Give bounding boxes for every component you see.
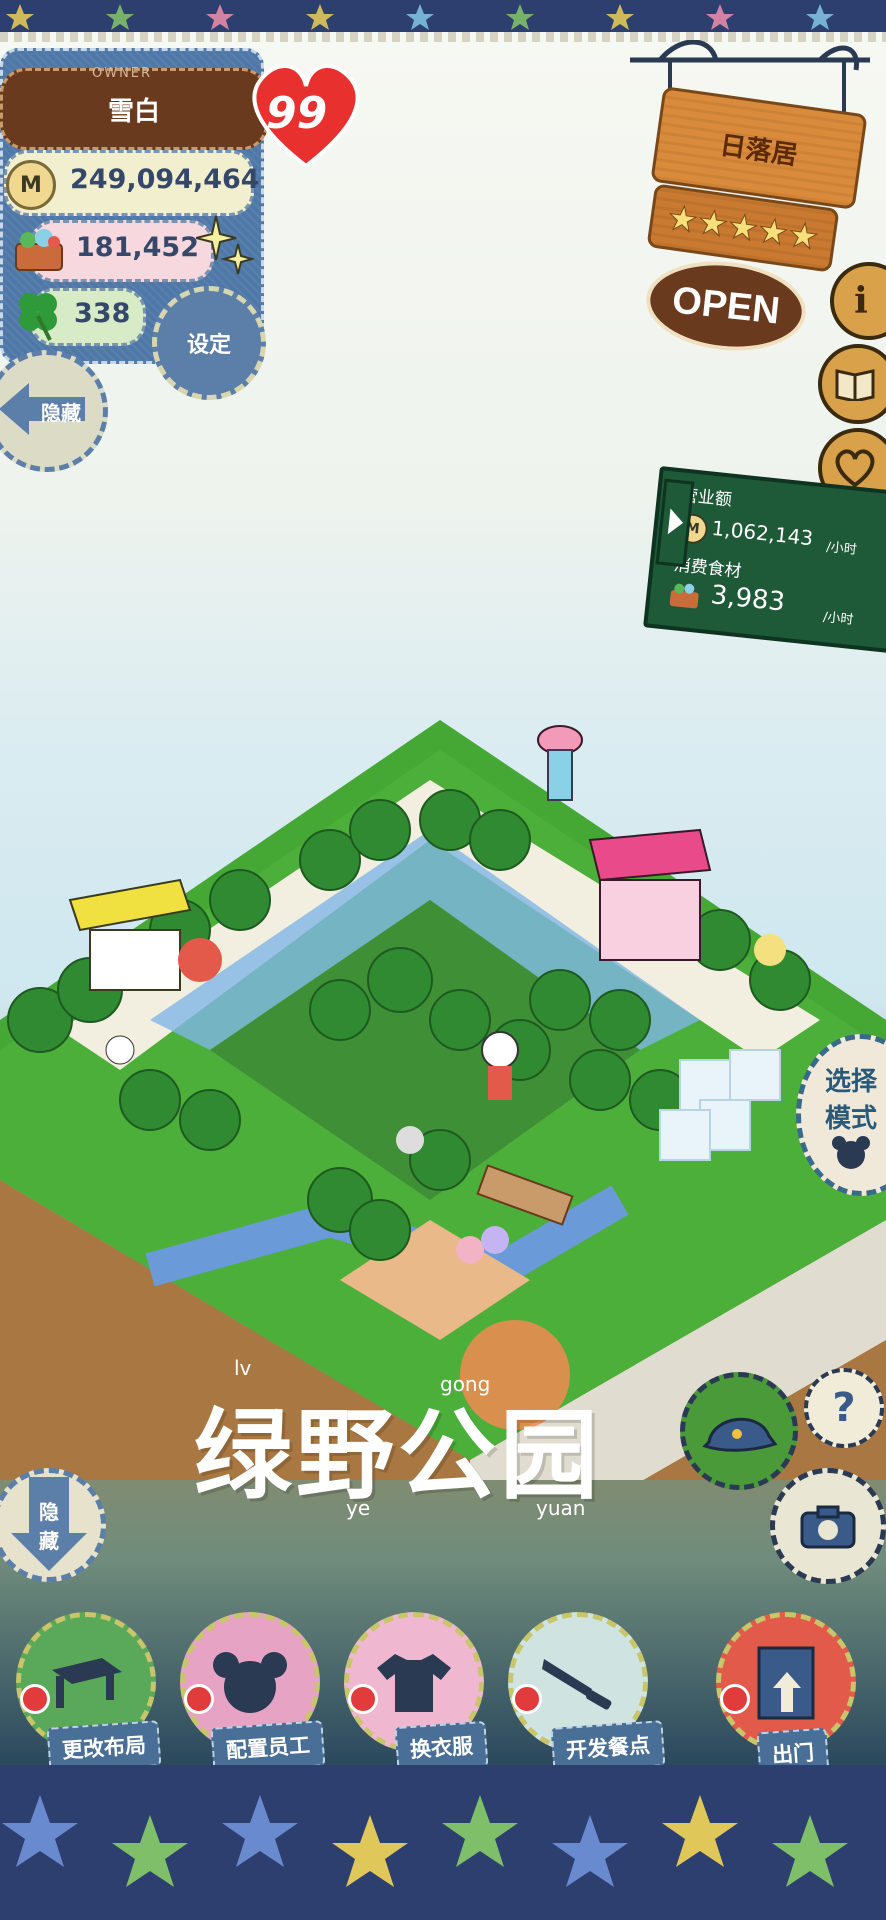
- mode-label-1: 选择: [824, 1067, 877, 1097]
- knife-icon: [542, 1659, 612, 1710]
- heart-outline-icon: [835, 449, 875, 487]
- top-star-border: [0, 0, 886, 32]
- open-status: OPEN: [670, 278, 782, 333]
- bottom-star-border: [0, 1765, 886, 1920]
- pin-icon: [20, 1684, 50, 1714]
- shirt-icon: [377, 1654, 451, 1712]
- hat-button[interactable]: [680, 1372, 798, 1490]
- camera-icon: [800, 1505, 856, 1549]
- help-icon: ?: [832, 1385, 856, 1431]
- hat-icon: [702, 1417, 778, 1452]
- info-button[interactable]: i: [830, 262, 886, 340]
- hide-button[interactable]: 隐藏: [0, 350, 108, 472]
- pinyin-ye: ye: [346, 1496, 371, 1520]
- settings-label: 设定: [186, 333, 231, 358]
- coins-value: 249,094,464: [70, 164, 260, 195]
- pinyin-yuan: yuan: [536, 1496, 586, 1520]
- coin-icon: M: [6, 160, 56, 210]
- shop-name: 日落居: [717, 130, 800, 171]
- hide-label: 隐藏: [41, 400, 81, 425]
- clover-icon: [19, 293, 57, 341]
- basket-icon: [15, 229, 63, 271]
- owner-label: OWNER: [92, 66, 153, 81]
- settings-button[interactable]: 设定: [152, 286, 266, 400]
- bear-head-icon: [213, 1652, 287, 1713]
- pin-icon: [184, 1684, 214, 1714]
- owner-name: 雪白: [107, 96, 160, 127]
- rating-star-5: ★: [785, 214, 822, 259]
- sparkle-icon: [196, 215, 254, 275]
- pink-stall: [588, 828, 712, 961]
- clover-value: 338: [74, 298, 131, 329]
- ingredients-value: 181,452: [76, 232, 199, 263]
- hide-bottom-label-1: 隐: [39, 1500, 59, 1524]
- open-sign[interactable]: OPEN: [641, 253, 811, 359]
- revenue-value: 1,062,143: [710, 515, 815, 551]
- help-button[interactable]: ?: [804, 1368, 884, 1448]
- mode-label-2: 模式: [824, 1104, 877, 1134]
- door-icon: [757, 1646, 815, 1720]
- pinyin-gong: gong: [440, 1372, 491, 1396]
- pin-icon: [720, 1684, 750, 1714]
- pinyin-lv: lv: [234, 1356, 252, 1380]
- mushroom-lamp: [537, 725, 583, 801]
- hide-bottom-button[interactable]: 隐 藏: [0, 1468, 106, 1582]
- hide-bottom-label-2: 藏: [39, 1529, 59, 1553]
- hearts-count: 99: [266, 88, 328, 139]
- pin-icon: [512, 1684, 542, 1714]
- camera-button[interactable]: [770, 1468, 886, 1584]
- pin-icon: [348, 1684, 378, 1714]
- bear-small-icon: [832, 1136, 870, 1169]
- game-screen: 雪白 OWNER 99 M 249,094,464 181,452 338 设定…: [0, 0, 886, 1920]
- info-icon: i: [854, 280, 868, 322]
- table-icon: [52, 1658, 122, 1708]
- revenue-unit: /小时: [825, 539, 858, 558]
- star-pattern-bottom-icon: [2, 1795, 848, 1887]
- recipe-book-button[interactable]: [818, 344, 886, 424]
- park-scene: [0, 720, 886, 1480]
- star-pattern-icon: [6, 4, 834, 30]
- chevron-right-icon: [667, 508, 684, 535]
- book-icon: [835, 369, 875, 401]
